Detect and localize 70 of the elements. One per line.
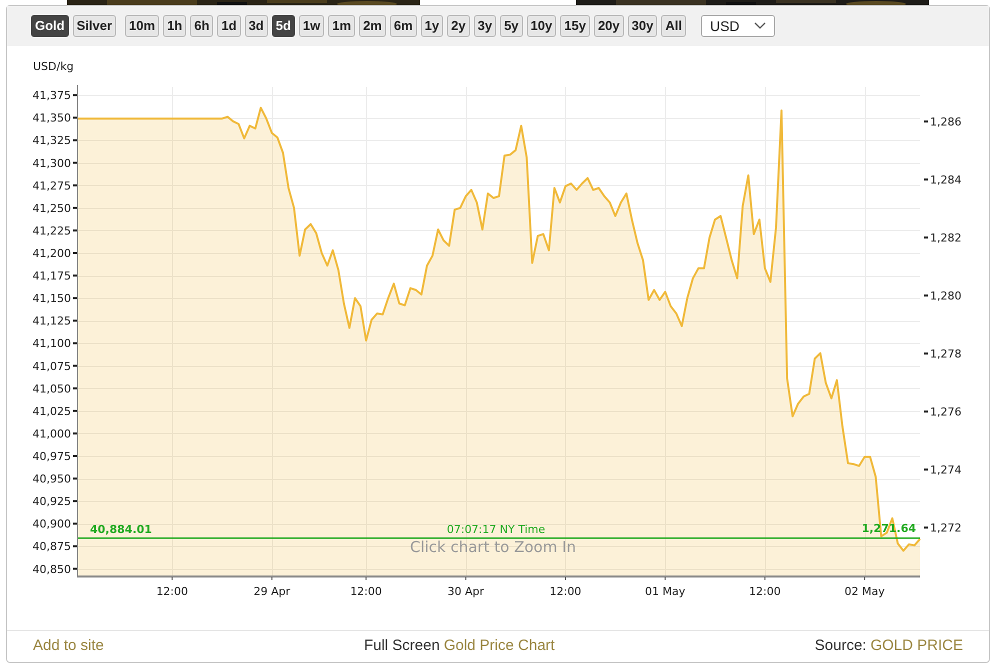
axis-label: 1,274 (930, 464, 962, 477)
metal-tab[interactable]: Gold (31, 15, 69, 37)
axis-label: 41,275 (32, 179, 71, 192)
range-button[interactable]: All (661, 15, 686, 37)
axis-label: 41,100 (32, 337, 71, 350)
axis-label: 41,200 (32, 247, 71, 260)
range-button[interactable]: 15y (560, 15, 590, 37)
axis-label: 41,350 (32, 112, 71, 125)
axis-label: 41,075 (32, 360, 71, 373)
range-button[interactable]: 5d (272, 15, 295, 37)
axis-label: 1,280 (930, 290, 962, 302)
range-button[interactable]: 6h (190, 15, 214, 37)
axis-label: 41,325 (32, 134, 71, 148)
axis-label: 41,025 (32, 404, 71, 418)
axis-label: 1,284 (930, 173, 962, 186)
zoom-hint: Click chart to Zoom In (410, 538, 576, 556)
time-label: 07:07:17 NY Time (446, 523, 546, 536)
range-button[interactable]: 1h (163, 15, 186, 37)
range-button[interactable]: 6m (390, 15, 417, 37)
range-button[interactable]: 1m (328, 15, 356, 37)
axis-label: 29 Apr (254, 585, 290, 598)
axis-label: 41,150 (32, 292, 71, 306)
add-to-site-link[interactable]: Add to site (33, 635, 104, 658)
chart-link[interactable]: Gold Price Chart (444, 635, 555, 658)
axis-label: 41,175 (32, 270, 71, 283)
axis-label: 01 May (645, 585, 686, 598)
axis-label: 41,225 (32, 224, 71, 238)
axis-label: 40,975 (32, 450, 71, 463)
footer-text: Full Screen (364, 636, 440, 656)
axis-label: 1,286 (930, 115, 962, 128)
axis-label: 12:00 (156, 585, 188, 598)
range-button[interactable]: 1y (420, 15, 444, 37)
axis-label: 41,000 (32, 427, 71, 440)
range-button[interactable]: 1w (298, 15, 324, 37)
axis-label: 40,850 (32, 562, 71, 576)
axis-label: 1,278 (930, 348, 962, 361)
price-label: 40,884.01 (90, 523, 152, 536)
axis-label: 12:00 (350, 585, 382, 598)
axis-label: 30 Apr (448, 585, 484, 598)
source-link[interactable]: GOLD PRICE (870, 635, 963, 658)
axis-label: 02 May (844, 585, 885, 598)
footer-text: Source: (814, 636, 866, 656)
range-button[interactable]: 10m (125, 15, 160, 37)
axis-label: 40,900 (32, 518, 71, 531)
axis-label: 12:00 (749, 585, 781, 598)
axis-label: 41,375 (32, 89, 71, 102)
axis-label: 41,300 (32, 156, 71, 170)
axis-label: 1,272 (930, 522, 962, 535)
range-button[interactable]: 3d (244, 15, 268, 37)
range-button[interactable]: 2m (359, 15, 386, 37)
range-button[interactable]: 2y (447, 15, 470, 37)
currency-dropdown[interactable]: USD (700, 15, 775, 37)
axis-label: 40,875 (32, 540, 71, 554)
range-button[interactable]: 5y (500, 15, 523, 37)
axis-label: 41,125 (32, 314, 71, 328)
range-button[interactable]: 10y (526, 15, 556, 37)
range-button[interactable]: 3y (474, 15, 496, 37)
range-button[interactable]: 20y (594, 15, 624, 37)
chevron-down-icon (754, 22, 766, 30)
axis-label: 40,950 (32, 472, 71, 486)
axis-label: 12:00 (550, 585, 582, 598)
axis-label: 1,276 (930, 406, 962, 419)
axis-label: 1,282 (930, 232, 962, 244)
axis-title: USD/kg (33, 60, 74, 73)
axis-label: 40,925 (32, 495, 71, 508)
range-button[interactable]: 30y (628, 15, 658, 37)
axis-label: 41,250 (32, 202, 71, 215)
axis-label: 41,050 (32, 382, 71, 396)
metal-tab[interactable]: Silver (72, 15, 116, 37)
range-button[interactable]: 1d (217, 15, 241, 37)
